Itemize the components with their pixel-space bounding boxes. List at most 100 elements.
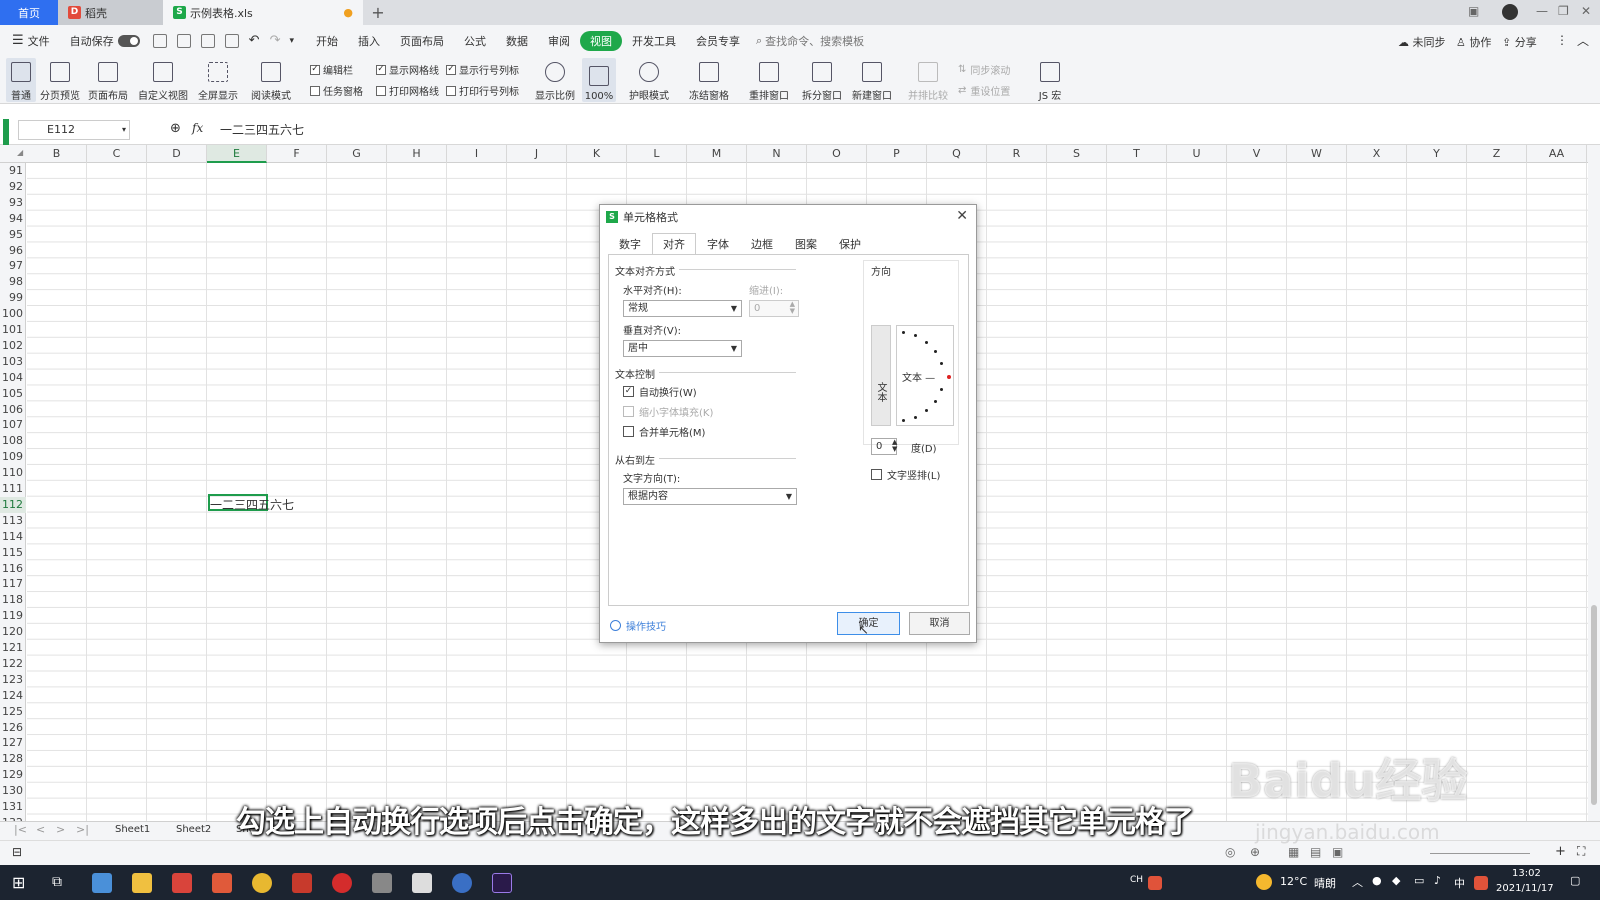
new-window-button[interactable]: 新建窗口 — [850, 58, 894, 102]
wps-spreadsheet-icon[interactable] — [172, 873, 192, 893]
js-macro-button[interactable]: JS 宏 — [1032, 58, 1068, 102]
close-icon[interactable]: ✕ — [956, 208, 968, 224]
zoom-slider[interactable] — [1430, 853, 1530, 854]
column-header-cell[interactable]: X — [1347, 145, 1407, 163]
reset-position-button[interactable]: ⇄ 重设位置 — [958, 83, 1010, 98]
browser-icon[interactable] — [92, 873, 112, 893]
reading-mode-button[interactable]: 阅读模式 — [246, 58, 296, 102]
normal-view-button[interactable]: 普通 — [6, 58, 36, 102]
column-header-cell[interactable]: Y — [1407, 145, 1467, 163]
row-header-cell[interactable]: 121 — [0, 640, 26, 656]
shrink-to-fit-checkbox[interactable]: 缩小字体填充(K) — [623, 404, 713, 419]
next-sheet-icon[interactable]: > — [56, 823, 65, 836]
row-header-cell[interactable]: 125 — [0, 704, 26, 720]
sheet-tab-2[interactable]: Sheet2 — [176, 824, 211, 835]
row-header-cell[interactable]: 94 — [0, 211, 26, 227]
zoom-formula-icon[interactable]: ⊕ — [170, 121, 181, 136]
menu-start[interactable]: 开始 — [306, 33, 348, 49]
prev-sheet-icon[interactable]: < — [36, 823, 45, 836]
column-header-cell[interactable]: O — [807, 145, 867, 163]
row-header-cell[interactable]: 111 — [0, 481, 26, 497]
freeze-panes-button[interactable]: 冻结窗格 — [684, 58, 734, 102]
last-sheet-icon[interactable]: >| — [76, 823, 89, 836]
row-header-cell[interactable]: 123 — [0, 672, 26, 688]
input-method-icon[interactable]: CH — [1130, 875, 1143, 885]
column-header-cell[interactable]: E — [207, 145, 267, 163]
menu-file[interactable]: 文件 — [24, 33, 60, 49]
row-header-cell[interactable]: 99 — [0, 290, 26, 306]
formula-input[interactable]: 一二三四五六七 — [220, 121, 304, 138]
column-header-cell[interactable]: R — [987, 145, 1047, 163]
tab-alignment[interactable]: 对齐 — [652, 233, 696, 255]
orientation-dial[interactable]: 文本 — — [896, 325, 954, 426]
sync-status[interactable]: ☁ 未同步 — [1398, 34, 1446, 50]
select-all-icon[interactable]: ◢ — [17, 148, 23, 157]
print-headers-checkbox[interactable]: 打印行号列标 — [446, 83, 519, 98]
column-header-cell[interactable]: B — [27, 145, 87, 163]
tab-pattern[interactable]: 图案 — [784, 233, 828, 255]
row-header-cell[interactable]: 118 — [0, 592, 26, 608]
share-button[interactable]: ⇪ 分享 — [1502, 34, 1537, 50]
hamburger-icon[interactable]: ☰ — [12, 33, 24, 48]
row-header-cell[interactable]: 117 — [0, 576, 26, 592]
wrap-text-checkbox[interactable]: ✓ 自动换行(W) — [623, 384, 697, 399]
ime-indicator[interactable]: 中 — [1454, 875, 1465, 891]
menu-page-layout[interactable]: 页面布局 — [390, 33, 454, 49]
row-header-cell[interactable]: 97 — [0, 258, 26, 274]
quick-access-more-icon[interactable]: ▾ — [289, 36, 294, 46]
column-header-cell[interactable]: P — [867, 145, 927, 163]
wps-presentation-icon[interactable] — [212, 873, 232, 893]
menu-data[interactable]: 数据 — [496, 33, 538, 49]
tray-app2-icon[interactable]: ◆ — [1392, 874, 1400, 887]
arrange-windows-button[interactable]: 重排窗口 — [744, 58, 794, 102]
menu-view[interactable]: 视图 — [580, 30, 622, 51]
print-gridlines-checkbox[interactable]: 打印网格线 — [376, 83, 439, 98]
eye-mode-icon[interactable]: ◎ — [1225, 845, 1235, 859]
save-icon[interactable] — [152, 33, 167, 48]
headers-checkbox[interactable]: ✓ 显示行号列标 — [446, 62, 519, 77]
autosave-toggle[interactable] — [117, 34, 140, 47]
normal-view-status-icon[interactable]: ▦ — [1288, 845, 1299, 859]
task-view-icon[interactable]: ⧉ — [52, 874, 62, 890]
row-header-cell[interactable]: 95 — [0, 227, 26, 243]
tab-protection[interactable]: 保护 — [828, 233, 872, 255]
clock-time[interactable]: 13:02 — [1512, 868, 1541, 879]
row-header-cell[interactable]: 109 — [0, 449, 26, 465]
collab-button[interactable]: ♙ 协作 — [1456, 34, 1491, 50]
print-icon[interactable] — [200, 33, 215, 48]
vertical-scrollbar[interactable] — [1588, 145, 1600, 821]
row-header-cell[interactable]: 98 — [0, 274, 26, 290]
windows-start-icon[interactable]: ⊞ — [12, 873, 25, 892]
row-header-cell[interactable]: 104 — [0, 370, 26, 386]
row-header-cell[interactable]: 129 — [0, 767, 26, 783]
layout-status-icon[interactable]: ▣ — [1332, 845, 1343, 859]
row-header-cell[interactable]: 119 — [0, 608, 26, 624]
row-header-cell[interactable]: 100 — [0, 306, 26, 322]
row-header-cell[interactable]: 102 — [0, 338, 26, 354]
fullscreen-status-icon[interactable]: ⛶ — [1577, 844, 1585, 859]
v-align-select[interactable]: 居中 ▼ — [623, 340, 742, 357]
column-header-cell[interactable]: AA — [1527, 145, 1587, 163]
column-header-cell[interactable]: D — [147, 145, 207, 163]
row-header-cell[interactable]: 120 — [0, 624, 26, 640]
name-box[interactable]: E112 ▾ — [18, 120, 130, 140]
side-by-side-button[interactable]: 并排比较 — [906, 58, 950, 102]
column-header-cell[interactable]: U — [1167, 145, 1227, 163]
gridlines-checkbox[interactable]: ✓ 显示网格线 — [376, 62, 439, 77]
collapse-ribbon-icon[interactable]: ︿ — [1577, 32, 1589, 49]
tray-expand-icon[interactable]: ︿ — [1352, 874, 1363, 890]
wps-tray2-icon[interactable] — [1474, 876, 1488, 890]
column-header-cell[interactable]: H — [387, 145, 447, 163]
row-header-cell[interactable]: 93 — [0, 195, 26, 211]
row-header-cell[interactable]: 130 — [0, 783, 26, 799]
row-header-cell[interactable]: 116 — [0, 561, 26, 577]
column-header-cell[interactable]: G — [327, 145, 387, 163]
taskpane-checkbox[interactable]: 任务窗格 — [310, 83, 363, 98]
eye-protection-button[interactable]: 护眼模式 — [626, 58, 672, 102]
tab-home[interactable]: 首页 — [0, 0, 58, 25]
app-a-icon[interactable] — [452, 873, 472, 893]
row-header-cell[interactable]: 114 — [0, 529, 26, 545]
menu-review[interactable]: 审阅 — [538, 33, 580, 49]
chrome-icon[interactable] — [252, 873, 272, 893]
column-header-cell[interactable]: J — [507, 145, 567, 163]
